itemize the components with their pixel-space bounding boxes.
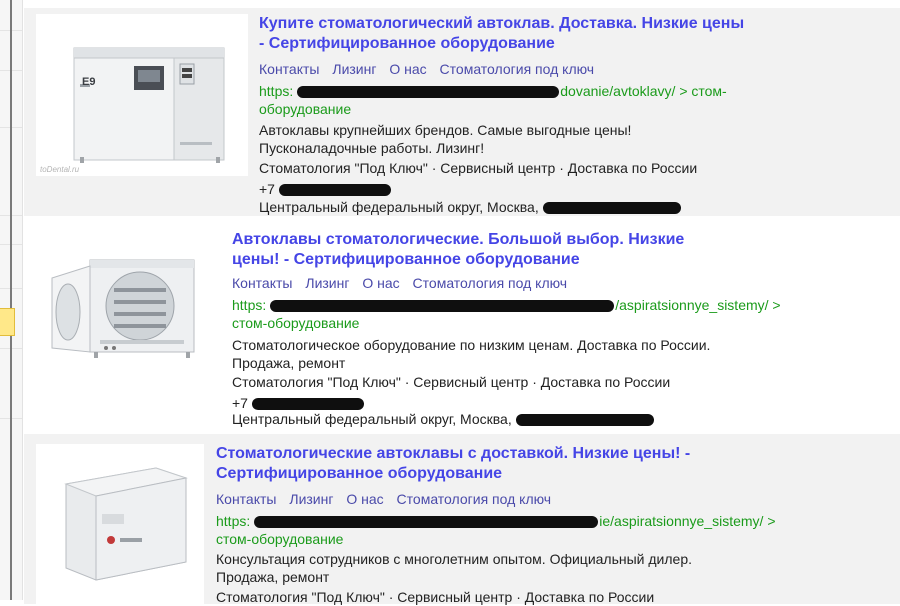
ad-title-link[interactable]: Купите стоматологический автоклав. Доста… [259,14,749,54]
sitelink-leasing[interactable]: Лизинг [289,491,333,507]
ad-sitelinks: Контакты Лизинг О нас Стоматология под к… [216,490,560,508]
ad-meta-line: Стоматология "Под Ключ" · Сервисный цент… [259,160,698,176]
phone-prefix: +7 [232,395,248,411]
sitelink-leasing[interactable]: Лизинг [305,275,349,291]
redaction-mark [278,184,391,197]
sitelink-leasing[interactable]: Лизинг [332,61,376,77]
ad-description: Автоклавы крупнейших брендов. Самые выго… [259,122,632,156]
redaction-mark [542,202,681,215]
ad-address: Центральный федеральный округ, Москва, [232,410,654,428]
sitelink-about[interactable]: О нас [362,275,399,291]
redaction-mark [254,516,599,529]
ad-result: Стоматологические автоклавы с доставкой.… [24,434,900,605]
redaction-mark [297,86,560,99]
sitelink-contacts[interactable]: Контакты [259,61,319,77]
ad-sitelinks: Контакты Лизинг О нас Стоматология под к… [232,274,576,292]
phone-prefix: +7 [259,181,275,197]
address-text: Центральный федеральный округ, Москва, [232,411,512,427]
ad-description: Стоматологическое оборудование по низким… [232,337,711,371]
sitelink-contacts[interactable]: Контакты [216,491,276,507]
ad-result: E9 toDental.ru Купите стоматологический … [24,8,900,216]
sitelink-turnkey-dentistry[interactable]: Стоматология под ключ [440,61,595,77]
ad-image-autoclave[interactable] [40,248,210,380]
sitelink-turnkey-dentistry[interactable]: Стоматология под ключ [413,275,568,291]
autoclave-e9-illustration [36,14,248,176]
ad-image-autoclave[interactable]: E9 toDental.ru [36,14,248,176]
redaction-mark [270,300,615,313]
ad-phone[interactable]: +7 [259,180,391,198]
sitelink-about[interactable]: О нас [346,491,383,507]
ad-result: Автоклавы стоматологические. Большой выб… [24,216,900,430]
ad-url[interactable]: https:/aspiratsionnye_sistemy/ > стом-об… [232,296,802,332]
ad-title-link[interactable]: Стоматологические автоклавы с доставкой.… [216,444,746,484]
address-text: Центральный федеральный округ, Москва, [259,199,539,215]
image-watermark: toDental.ru [40,165,80,174]
ad-url[interactable]: https: ie/aspiratsionnye_sistemy/ > стом-… [216,512,786,548]
ad-meta-line: Стоматология "Под Ключ" · Сервисный цент… [232,374,671,390]
sitelink-turnkey-dentistry[interactable]: Стоматология под ключ [397,491,552,507]
ad-title-link[interactable]: Автоклавы стоматологические. Большой выб… [232,230,722,270]
url-prefix: https: [232,297,267,313]
ad-url[interactable]: https: dovanie/avtoklavy/ > стом-оборудов… [259,82,779,118]
url-prefix: https: [216,513,251,529]
left-panel-strip [0,0,23,600]
sitelink-about[interactable]: О нас [389,61,426,77]
ad-image-label: E9 [82,76,96,88]
autoclave-open-door-illustration [40,248,210,380]
ad-sitelinks: Контакты Лизинг О нас Стоматология под к… [259,60,603,78]
redaction-mark [515,414,654,427]
scrollbar[interactable] [10,0,12,600]
sitelink-contacts[interactable]: Контакты [232,275,292,291]
ad-address: Центральный федеральный округ, Москва, [259,198,681,216]
redaction-mark [251,398,364,411]
autoclave-closed-illustration [36,444,204,604]
ad-meta-line: Стоматология "Под Ключ" · Сервисный цент… [216,589,655,605]
url-prefix: https: [259,83,294,99]
ad-description: Консультация сотрудников с многолетним о… [216,551,693,585]
highlight-tab[interactable] [0,308,15,336]
ad-image-autoclave[interactable] [36,444,204,604]
